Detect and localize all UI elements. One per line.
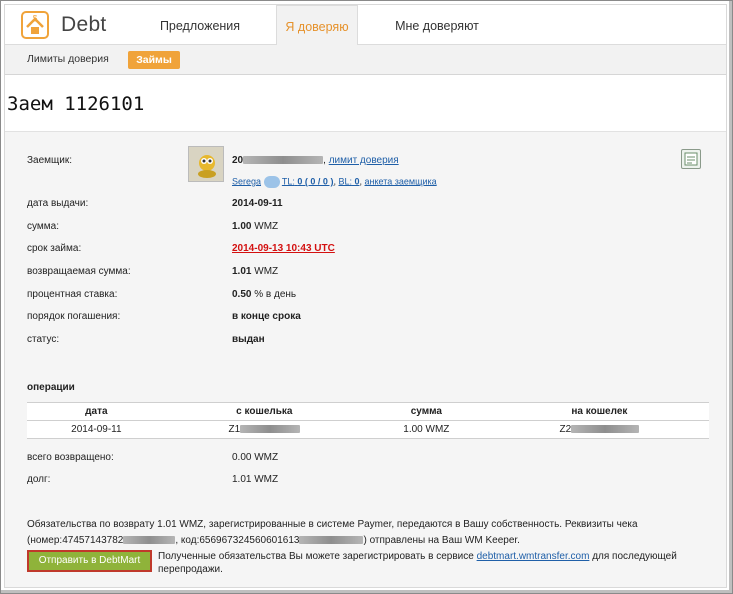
total-returned-value: 0.00 WMZ xyxy=(232,452,279,463)
debt-logo-icon: $ xyxy=(21,11,49,39)
borrower-label: Заемщик: xyxy=(27,155,73,166)
chat-bubble-icon[interactable] xyxy=(263,176,280,188)
trust-limit-link[interactable]: лимит доверия xyxy=(329,155,399,166)
redacted-purse xyxy=(571,425,640,434)
status-label: статус: xyxy=(27,334,60,345)
operations-table: дата с кошелька сумма на кошелек 2014-09… xyxy=(27,402,709,439)
redacted-wmid xyxy=(243,156,324,165)
top-bar: $ Debt Предложения Я доверяю Мне доверяю… xyxy=(5,5,726,46)
debtmart-link[interactable]: debtmart.wmtransfer.com xyxy=(477,551,590,562)
tab-i-trust[interactable]: Я доверяю xyxy=(276,5,358,46)
interest-rate-label: процентная ставка: xyxy=(27,289,118,300)
tab-trust-me[interactable]: Мне доверяют xyxy=(377,5,497,45)
op-to: Z2 xyxy=(489,420,709,439)
op-date: 2014-09-11 xyxy=(27,420,166,439)
total-returned-label: всего возвращено: xyxy=(27,452,114,463)
borrower-wmid: 20 xyxy=(232,155,244,166)
operations-title: операции xyxy=(27,382,75,393)
bl-link[interactable]: BL: 0 xyxy=(338,176,359,186)
borrower-profile-link[interactable]: анкета заемщика xyxy=(365,176,437,186)
brand-name: Debt xyxy=(61,13,107,36)
col-amount: сумма xyxy=(362,402,490,421)
trust-limits-link[interactable]: Лимиты доверия xyxy=(27,53,109,65)
status-value: выдан xyxy=(232,334,265,345)
col-to-purse: на кошелек xyxy=(489,402,709,421)
return-amount-value: 1.01 WMZ xyxy=(232,266,279,277)
borrower-name-link[interactable]: Serega xyxy=(232,176,261,186)
repayment-order-value: в конце срока xyxy=(232,311,301,322)
avatar-icon xyxy=(198,155,216,178)
send-to-debtmart-button[interactable]: Отправить в DebtMart xyxy=(27,550,152,572)
loan-term-label: срок займа: xyxy=(27,243,82,254)
borrower-wmid-row: 20, лимит доверия xyxy=(232,155,399,166)
redacted-purse xyxy=(240,425,301,434)
col-date: дата xyxy=(27,402,166,421)
tab-offers[interactable]: Предложения xyxy=(145,5,255,45)
document-icon[interactable] xyxy=(681,149,701,169)
page-title: Заем 1126101 xyxy=(7,93,145,115)
loan-term-value: 2014-09-13 10:43 UTC xyxy=(232,243,335,254)
amount-label: сумма: xyxy=(27,221,59,232)
amount-value: 1.00 WMZ xyxy=(232,221,279,232)
sub-navigation: Лимиты доверия Займы xyxy=(5,45,726,75)
issue-date-value: 2014-09-11 xyxy=(232,198,283,209)
loans-button[interactable]: Займы xyxy=(128,51,180,69)
debtmart-note: Полученные обязательства Вы можете зарег… xyxy=(158,551,677,575)
issue-date-label: дата выдачи: xyxy=(27,198,89,209)
repayment-order-label: порядок погашения: xyxy=(27,311,121,322)
return-amount-label: возвращаемая сумма: xyxy=(27,266,131,277)
svg-text:$: $ xyxy=(33,14,38,23)
interest-rate-value: 0.50 % в день xyxy=(232,289,297,300)
debt-value: 1.01 WMZ xyxy=(232,474,279,485)
tl-link[interactable]: TL: 0 ( 0 / 0 ) xyxy=(282,176,334,186)
page: $ Debt Предложения Я доверяю Мне доверяю… xyxy=(4,4,727,588)
table-row: 2014-09-11 Z1 1.00 WMZ Z2 xyxy=(27,420,709,439)
col-from-purse: с кошелька xyxy=(165,402,363,421)
op-from: Z1 xyxy=(165,420,363,439)
obligation-text: Обязательства по возврату 1.01 WMZ, заре… xyxy=(27,517,707,549)
obligation-line-2: (номер:47457143782, код:6569673245606016… xyxy=(27,535,520,546)
op-amount: 1.00 WMZ xyxy=(362,420,490,439)
debt-label: долг: xyxy=(27,474,51,485)
borrower-avatar xyxy=(188,146,224,182)
obligation-line-1: Обязательства по возврату 1.01 WMZ, заре… xyxy=(27,519,638,530)
borrower-info-row: Serega TL: 0 ( 0 / 0 ), BL: 0, анкета за… xyxy=(232,176,437,188)
